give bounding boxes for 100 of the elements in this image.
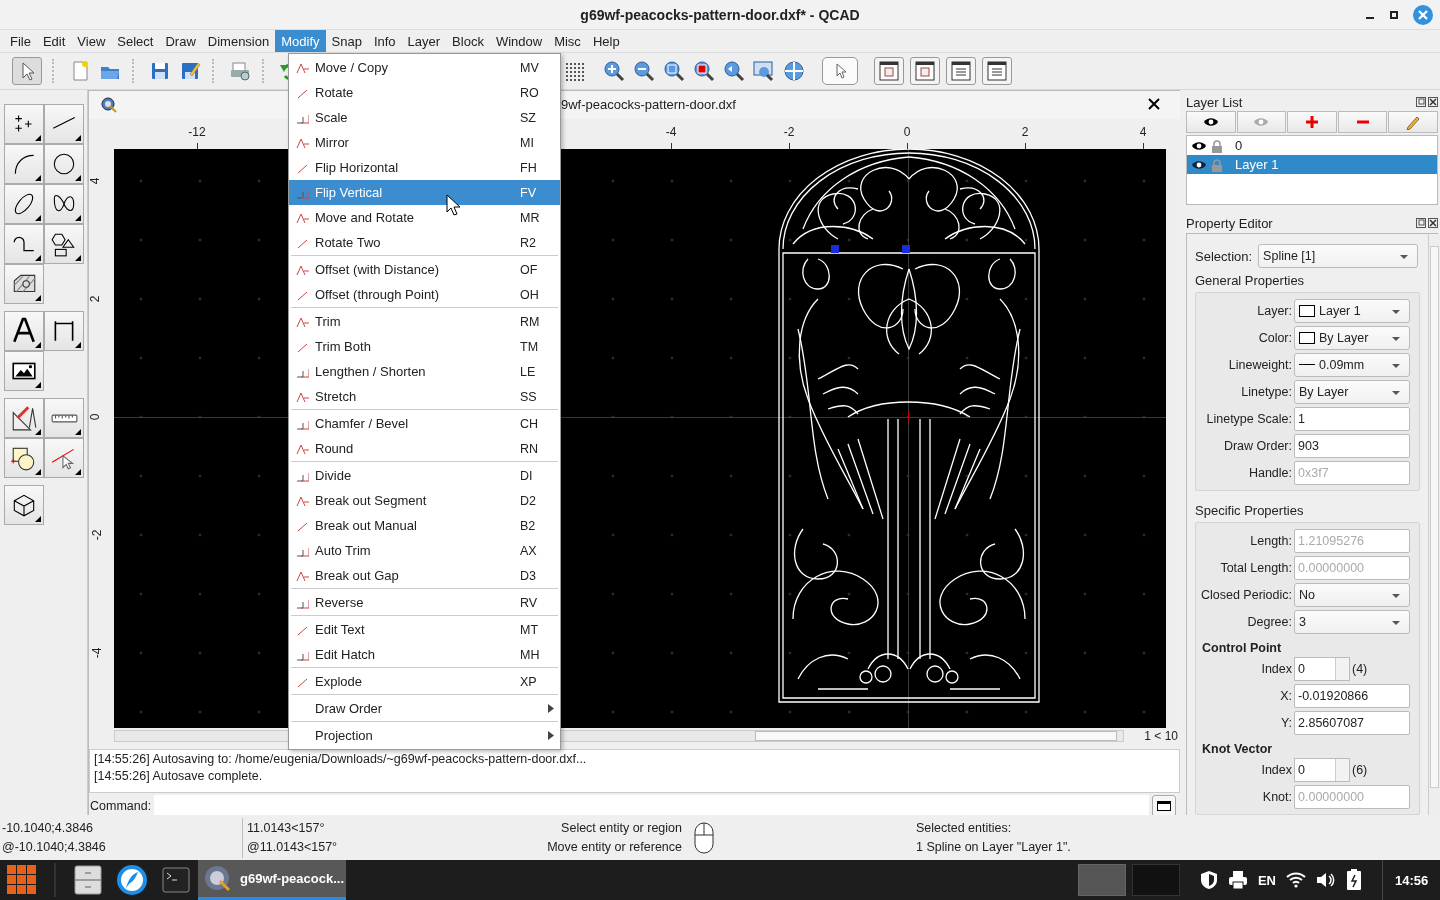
lock-icon[interactable] [1211, 138, 1223, 153]
close-icon[interactable] [1428, 218, 1438, 228]
input-field[interactable]: 1 [1294, 406, 1410, 431]
menu-item[interactable]: Trim Both TM [289, 334, 560, 359]
menu-item[interactable]: Edit Text MT [289, 617, 560, 642]
menu-item[interactable]: Round RN [289, 436, 560, 461]
history-toggle-button[interactable] [1152, 795, 1176, 815]
dock-toggle-button[interactable] [946, 57, 976, 85]
input-field[interactable]: 2.85607087 [1294, 710, 1410, 735]
menu-item[interactable]: Window [489, 30, 549, 52]
dropdown[interactable]: By Layer [1294, 379, 1410, 404]
menu-item[interactable]: Dimension [201, 30, 276, 52]
dropdown[interactable]: 0.09mm [1294, 352, 1410, 377]
input-field[interactable]: 903 [1294, 433, 1410, 458]
menu-item[interactable]: Offset (through Point) OH [289, 282, 560, 307]
zoom-in-icon[interactable] [602, 59, 626, 83]
line-tool-button[interactable] [44, 104, 84, 144]
menu-item[interactable]: Flip Vertical FV [289, 180, 560, 205]
menu-item[interactable]: Misc [548, 30, 587, 52]
document-icon[interactable] [101, 97, 117, 113]
input-field[interactable]: -0.01920866 [1294, 683, 1410, 708]
menu-item[interactable]: Mirror MI [289, 130, 560, 155]
terminal-icon[interactable] [162, 867, 190, 893]
menu-item[interactable]: Move / Copy MV [289, 55, 560, 80]
drafting-tool-button[interactable] [4, 398, 44, 438]
arc-tool-button[interactable] [4, 144, 44, 184]
menu-item[interactable]: Block [446, 30, 490, 52]
close-icon[interactable] [1428, 97, 1438, 107]
maximize-icon[interactable] [1388, 9, 1400, 21]
taskbar-button[interactable]: g69wf-peacock... [198, 860, 346, 900]
float-icon[interactable] [1416, 97, 1426, 107]
menu-item[interactable]: Scale SZ [289, 105, 560, 130]
float-icon[interactable] [1416, 218, 1426, 228]
shapes-tool-button[interactable] [44, 224, 84, 264]
menu-item[interactable]: Layer [401, 30, 447, 52]
text-tool-button[interactable] [4, 311, 44, 351]
layer-row[interactable]: 0 [1187, 136, 1437, 155]
wifi-icon[interactable] [1286, 872, 1306, 888]
zoom-fit-icon[interactable] [662, 59, 686, 83]
menu-item[interactable]: Rotate RO [289, 80, 560, 105]
pan-icon[interactable] [782, 59, 806, 83]
points-tool-button[interactable] [4, 104, 44, 144]
zoom-selection-icon[interactable] [752, 59, 776, 83]
submenu-item[interactable]: Projection [289, 723, 560, 748]
menu-item[interactable]: Break out Manual B2 [289, 513, 560, 538]
zoom-previous-icon[interactable] [722, 59, 746, 83]
dropdown[interactable]: By Layer [1294, 325, 1410, 350]
dock-toggle-button[interactable] [910, 57, 940, 85]
menu-item[interactable]: Draw [159, 30, 202, 52]
select-tool-button[interactable] [44, 438, 84, 478]
ruler-tool-button[interactable] [44, 398, 84, 438]
file-cabinet-icon[interactable] [74, 865, 102, 895]
menu-item[interactable]: Rotate Two R2 [289, 230, 560, 255]
printer-icon[interactable] [1227, 870, 1248, 890]
menu-item[interactable]: Explode XP [289, 669, 560, 694]
select-pointer-button[interactable] [12, 57, 42, 85]
spin-box[interactable]: 0 [1294, 656, 1350, 681]
volume-icon[interactable] [1316, 871, 1336, 889]
menu-item[interactable]: Lengthen / Shorten LE [289, 359, 560, 384]
add-layer-button[interactable] [1287, 111, 1337, 133]
polyline-tool-button[interactable] [4, 224, 44, 264]
browser-icon[interactable] [116, 864, 148, 896]
show-all-button[interactable] [1186, 111, 1236, 133]
menu-item[interactable]: Select [111, 30, 160, 52]
dock-toggle-button[interactable] [982, 57, 1012, 85]
menu-item[interactable]: Modify [275, 30, 326, 52]
menu-item[interactable]: File [4, 30, 37, 52]
dock-toggle-button[interactable] [874, 57, 904, 85]
spin-box[interactable]: 0 [1294, 757, 1350, 782]
menu-item[interactable]: Chamfer / Bevel CH [289, 411, 560, 436]
document-tab-title[interactable]: 9wf-peacocks-pattern-door.dxf [561, 97, 736, 112]
menu-item[interactable]: Snap [325, 30, 368, 52]
remove-layer-button[interactable] [1337, 111, 1388, 133]
pointer-button[interactable] [822, 57, 858, 85]
spline-tool-button[interactable] [44, 184, 84, 224]
print-preview-icon[interactable] [228, 59, 252, 83]
submenu-item[interactable]: Draw Order [289, 696, 560, 721]
menu-item[interactable]: Divide DI [289, 463, 560, 488]
selection-dropdown[interactable]: Spline [1] [1258, 244, 1419, 268]
menu-item[interactable]: Break out Gap D3 [289, 563, 560, 588]
layer-row[interactable]: Layer 1 [1187, 155, 1437, 174]
image-tool-button[interactable] [4, 351, 44, 391]
menu-item[interactable]: Flip Horizontal FH [289, 155, 560, 180]
menu-item[interactable]: Break out Segment D2 [289, 488, 560, 513]
menu-item[interactable]: Edit Hatch MH [289, 642, 560, 667]
menu-item[interactable]: Trim RM [289, 309, 560, 334]
battery-icon[interactable] [1346, 869, 1362, 891]
shield-icon[interactable] [1199, 870, 1218, 890]
dropdown[interactable]: 3 [1294, 609, 1410, 634]
vertical-scrollbar[interactable] [1428, 234, 1440, 815]
menu-item[interactable]: View [71, 30, 112, 52]
zoom-out-icon[interactable] [632, 59, 656, 83]
close-icon[interactable] [1147, 97, 1161, 111]
ellipse-tool-button[interactable] [4, 184, 44, 224]
menu-item[interactable]: Info [367, 30, 402, 52]
menu-item[interactable]: Auto Trim AX [289, 538, 560, 563]
menu-item[interactable]: Move and Rotate MR [289, 205, 560, 230]
cube-tool-button[interactable] [4, 485, 44, 525]
hatch-tool-button[interactable] [4, 264, 44, 304]
menu-item[interactable]: Edit [36, 30, 72, 52]
